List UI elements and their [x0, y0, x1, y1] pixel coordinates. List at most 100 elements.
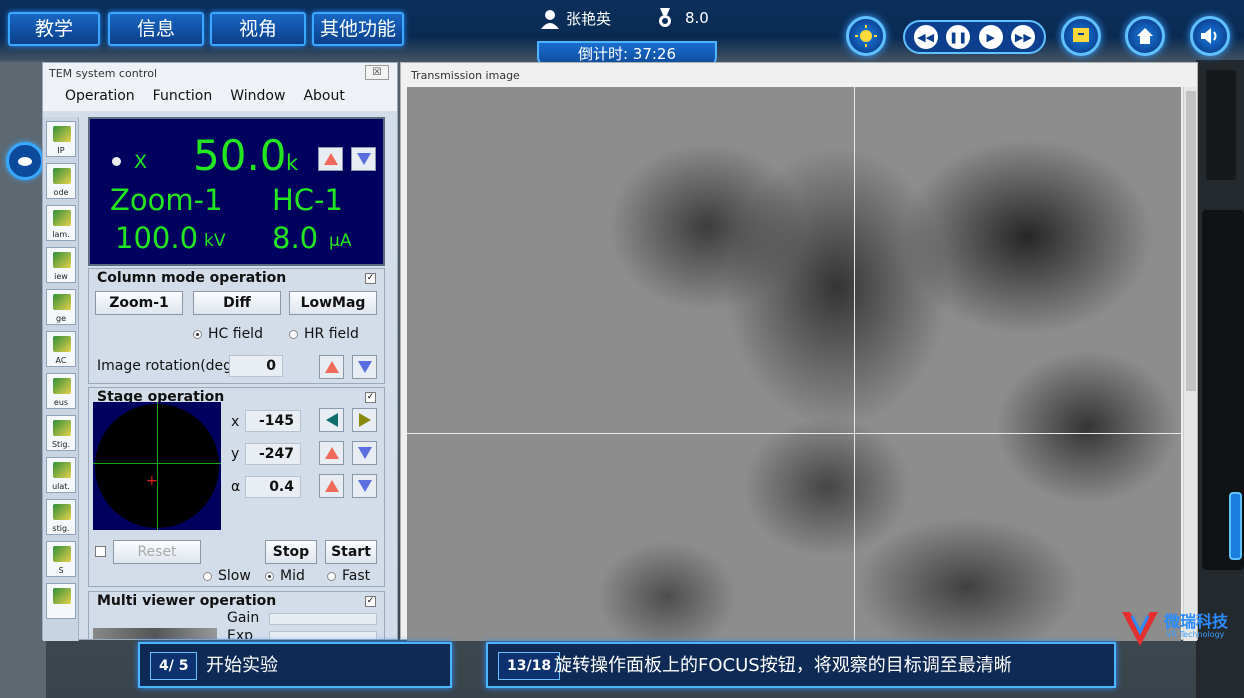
user-icon: [541, 9, 559, 29]
stage-x-right-button[interactable]: [352, 408, 377, 432]
stage-alpha-down-button[interactable]: [352, 474, 377, 498]
tab-teaching[interactable]: 教学: [8, 12, 100, 46]
status-display: X 50.0 k Zoom-1 HC-1 100.0 kV 8.0 μA: [88, 117, 385, 266]
tool-button[interactable]: S: [46, 541, 76, 577]
gain-label: Gain: [227, 610, 260, 626]
lowmag-button[interactable]: LowMag: [289, 291, 377, 315]
mag-up-button[interactable]: [318, 147, 343, 171]
micrograph-image[interactable]: [407, 87, 1181, 641]
radio-label: Fast: [342, 568, 371, 584]
exp-label: Exp: [227, 628, 254, 640]
user-name: 张艳英: [566, 10, 612, 28]
scrollbar-thumb[interactable]: [1186, 91, 1196, 391]
current-unit: μA: [329, 231, 352, 251]
hc-field-radio[interactable]: HC field: [193, 326, 263, 342]
group-title: Multi viewer operation: [97, 593, 277, 609]
tab-info[interactable]: 信息: [108, 12, 204, 46]
score: 8.0: [655, 8, 709, 28]
reset-checkbox[interactable]: [95, 546, 106, 557]
menu-about[interactable]: About: [303, 88, 344, 111]
tool-button[interactable]: lam.: [46, 205, 76, 241]
stage-alpha-up-button[interactable]: [319, 474, 344, 498]
eye-icon: [18, 156, 32, 166]
tool-strip: IP ode lam. iew ge AC eus Stig. ulat. st…: [43, 117, 79, 641]
stage-y-down-button[interactable]: [352, 441, 377, 465]
reset-button[interactable]: Reset: [113, 540, 201, 564]
speed-fast-radio[interactable]: Fast: [327, 568, 370, 584]
stage-alpha-value: 0.4: [245, 476, 301, 498]
column-mode-checkbox[interactable]: ✓: [365, 273, 376, 284]
current-value: 8.0: [272, 221, 319, 255]
tab-other-functions[interactable]: 其他功能: [312, 12, 404, 46]
light-button[interactable]: [846, 16, 886, 56]
equipment-panel: [1206, 70, 1236, 180]
fast-forward-icon[interactable]: ▶▶: [1011, 25, 1036, 49]
rotation-up-button[interactable]: [319, 355, 344, 379]
viewer-thumbnail: [93, 628, 217, 639]
menu-bar: Operation Function Window About: [43, 83, 397, 111]
view-toggle-button[interactable]: [6, 142, 44, 180]
stage-title: 开始实验: [206, 655, 278, 676]
tool-button[interactable]: ulat.: [46, 457, 76, 493]
stage-checkbox[interactable]: ✓: [365, 392, 376, 403]
radio-label: Slow: [218, 568, 251, 584]
exp-slider[interactable]: [269, 631, 377, 639]
tool-button[interactable]: stig.: [46, 499, 76, 535]
field-value: HC-1: [272, 183, 343, 217]
start-button[interactable]: Start: [325, 540, 377, 564]
vertical-scrollbar[interactable]: [1183, 87, 1197, 641]
menu-operation[interactable]: Operation: [65, 88, 135, 111]
arrow-down-icon: [357, 447, 372, 459]
menu-function[interactable]: Function: [153, 88, 213, 111]
stage-joystick[interactable]: +: [93, 402, 221, 530]
window-title: TEM system control ☒: [43, 63, 397, 83]
mag-down-button[interactable]: [351, 147, 376, 171]
top-bar: 教学 信息 视角 其他功能 张艳英 8.0 倒计时: 37:26 ◀◀ ❚❚ ▶…: [0, 0, 1244, 67]
tool-button[interactable]: IP: [46, 121, 76, 157]
tool-button[interactable]: iew: [46, 247, 76, 283]
pause-icon[interactable]: ❚❚: [946, 25, 971, 49]
bookmark-button[interactable]: [1061, 16, 1101, 56]
tool-button[interactable]: ge: [46, 289, 76, 325]
stage-y-up-button[interactable]: [319, 441, 344, 465]
crosshair-vertical: [854, 87, 855, 641]
arrow-right-icon: [358, 413, 371, 427]
close-button[interactable]: ☒: [365, 65, 389, 80]
tool-button[interactable]: AC: [46, 331, 76, 367]
speaker-icon: [1201, 28, 1217, 44]
play-icon[interactable]: ▶: [978, 25, 1003, 49]
multi-viewer-checkbox[interactable]: ✓: [365, 596, 376, 607]
home-button[interactable]: [1125, 16, 1165, 56]
vr-logo-icon: [1122, 612, 1158, 646]
radio-dot: [193, 329, 202, 339]
window-title-text: TEM system control: [49, 67, 158, 80]
stop-button[interactable]: Stop: [265, 540, 317, 564]
crosshair-horizontal: [407, 433, 1181, 434]
tool-button[interactable]: eus: [46, 373, 76, 409]
medal-icon: [659, 8, 671, 27]
speed-slow-radio[interactable]: Slow: [203, 568, 251, 584]
voltage-value: 100.0: [115, 221, 199, 255]
menu-window[interactable]: Window: [230, 88, 285, 111]
lightbulb-icon: [855, 25, 877, 47]
zoom-1-button[interactable]: Zoom-1: [95, 291, 183, 315]
tool-button[interactable]: Stig.: [46, 415, 76, 451]
diff-button[interactable]: Diff: [193, 291, 281, 315]
radio-label: Mid: [280, 568, 305, 584]
score-value: 8.0: [685, 9, 709, 27]
tool-button[interactable]: [46, 583, 76, 619]
mode-value: Zoom-1: [110, 183, 223, 217]
stage-x-left-button[interactable]: [319, 408, 344, 432]
side-panel-handle[interactable]: [1229, 492, 1242, 560]
speed-mid-radio[interactable]: Mid: [265, 568, 305, 584]
hr-field-radio[interactable]: HR field: [289, 326, 359, 342]
stage-y-value: -247: [245, 443, 301, 465]
arrow-left-icon: [325, 413, 338, 427]
tool-button[interactable]: ode: [46, 163, 76, 199]
indicator-dot: [112, 157, 121, 166]
tab-view[interactable]: 视角: [210, 12, 306, 46]
rewind-icon[interactable]: ◀◀: [913, 25, 938, 49]
rotation-down-button[interactable]: [352, 355, 377, 379]
sound-button[interactable]: [1190, 16, 1230, 56]
gain-slider[interactable]: [269, 613, 377, 625]
